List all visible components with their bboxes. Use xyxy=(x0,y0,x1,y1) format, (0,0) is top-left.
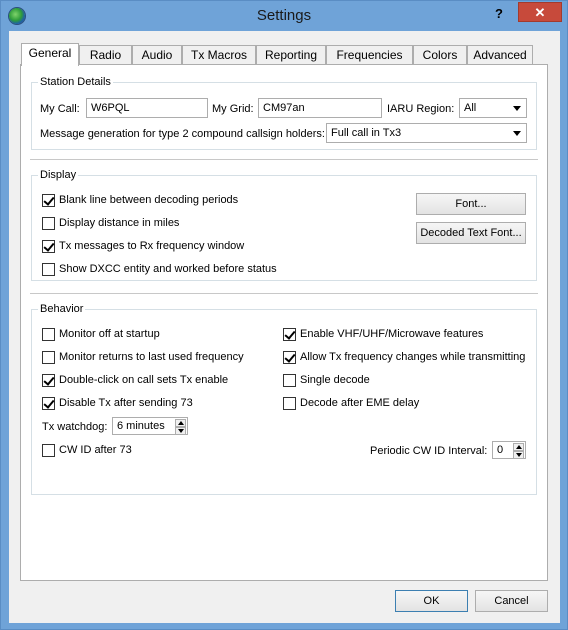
tx-watchdog-label: Tx watchdog: xyxy=(42,421,108,433)
behavior-title: Behavior xyxy=(38,303,86,315)
monitor-returns-checkbox[interactable] xyxy=(42,351,55,364)
title-bar: Settings ? ✕ xyxy=(1,1,567,31)
monitor-off-label: Monitor off at startup xyxy=(59,328,160,340)
help-button[interactable]: ? xyxy=(489,5,509,23)
chevron-down-icon xyxy=(513,131,521,136)
decode-eme-label: Decode after EME delay xyxy=(300,397,420,409)
single-decode-label: Single decode xyxy=(300,374,370,386)
my-call-label: My Call: xyxy=(40,103,80,115)
spinner-buttons[interactable] xyxy=(513,443,524,459)
distance-miles-label: Display distance in miles xyxy=(59,217,180,229)
tx-watchdog-value: 6 minutes xyxy=(117,420,165,432)
tx-to-rx-checkbox[interactable] xyxy=(42,240,55,253)
tab-general[interactable]: General xyxy=(21,43,79,66)
ok-button[interactable]: OK xyxy=(395,590,468,612)
spinner-buttons[interactable] xyxy=(175,419,186,435)
disable-tx-label: Disable Tx after sending 73 xyxy=(59,397,193,409)
window-title: Settings xyxy=(256,7,312,24)
vhf-features-checkbox[interactable] xyxy=(283,328,296,341)
general-tab-panel: Station Details My Call: W6PQL My Grid: … xyxy=(20,64,548,581)
tab-tx-macros[interactable]: Tx Macros xyxy=(182,45,256,65)
spin-down-icon[interactable] xyxy=(175,427,186,435)
spin-down-icon[interactable] xyxy=(513,451,524,459)
periodic-cw-label: Periodic CW ID Interval: xyxy=(370,445,488,457)
periodic-cw-value: 0 xyxy=(497,444,504,456)
distance-miles-checkbox[interactable] xyxy=(42,217,55,230)
font-button[interactable]: Font... xyxy=(416,193,526,215)
decode-eme-checkbox[interactable] xyxy=(283,397,296,410)
cw-id-label: CW ID after 73 xyxy=(59,444,132,456)
blank-line-label: Blank line between decoding periods xyxy=(59,194,239,206)
display-title: Display xyxy=(38,169,79,181)
allow-tx-freq-checkbox[interactable] xyxy=(283,351,296,364)
monitor-returns-label: Monitor returns to last used frequency xyxy=(59,351,244,363)
spin-up-icon[interactable] xyxy=(513,443,524,451)
station-details-title: Station Details xyxy=(38,76,113,88)
vhf-features-label: Enable VHF/UHF/Microwave features xyxy=(300,328,484,340)
cw-id-checkbox[interactable] xyxy=(42,444,55,457)
tab-radio[interactable]: Radio xyxy=(79,45,132,65)
periodic-cw-spinbox[interactable]: 0 xyxy=(492,441,526,459)
cancel-button[interactable]: Cancel xyxy=(475,590,548,612)
dialog-body: General Radio Audio Tx Macros Reporting … xyxy=(9,31,560,623)
iaru-region-value: All xyxy=(464,102,477,114)
settings-window: Settings ? ✕ General Radio Audio Tx Macr… xyxy=(0,0,568,630)
dxcc-label: Show DXCC entity and worked before statu… xyxy=(59,263,277,275)
decoded-text-font-button[interactable]: Decoded Text Font... xyxy=(416,222,526,244)
section-divider xyxy=(30,293,538,294)
blank-line-checkbox[interactable] xyxy=(42,194,55,207)
tab-audio[interactable]: Audio xyxy=(132,45,182,65)
double-click-checkbox[interactable] xyxy=(42,374,55,387)
allow-tx-freq-label: Allow Tx frequency changes while transmi… xyxy=(300,351,526,363)
iaru-region-label: IARU Region: xyxy=(387,103,455,115)
chevron-down-icon xyxy=(513,106,521,111)
msg-gen-value: Full call in Tx3 xyxy=(331,127,402,139)
section-divider xyxy=(30,159,538,160)
monitor-off-checkbox[interactable] xyxy=(42,328,55,341)
dxcc-checkbox[interactable] xyxy=(42,263,55,276)
tx-to-rx-label: Tx messages to Rx frequency window xyxy=(59,240,245,252)
my-grid-input[interactable]: CM97an xyxy=(258,98,382,118)
my-call-input[interactable]: W6PQL xyxy=(86,98,208,118)
double-click-label: Double-click on call sets Tx enable xyxy=(59,374,229,386)
my-grid-label: My Grid: xyxy=(212,103,254,115)
spin-up-icon[interactable] xyxy=(175,419,186,427)
tab-advanced[interactable]: Advanced xyxy=(467,45,533,65)
tx-watchdog-spinbox[interactable]: 6 minutes xyxy=(112,417,188,435)
iaru-region-select[interactable]: All xyxy=(459,98,527,118)
msg-gen-label: Message generation for type 2 compound c… xyxy=(40,128,325,140)
tab-reporting[interactable]: Reporting xyxy=(256,45,326,65)
tab-frequencies[interactable]: Frequencies xyxy=(326,45,413,65)
close-button[interactable]: ✕ xyxy=(518,2,562,22)
single-decode-checkbox[interactable] xyxy=(283,374,296,387)
msg-gen-select[interactable]: Full call in Tx3 xyxy=(326,123,527,143)
tab-colors[interactable]: Colors xyxy=(413,45,467,65)
disable-tx-checkbox[interactable] xyxy=(42,397,55,410)
